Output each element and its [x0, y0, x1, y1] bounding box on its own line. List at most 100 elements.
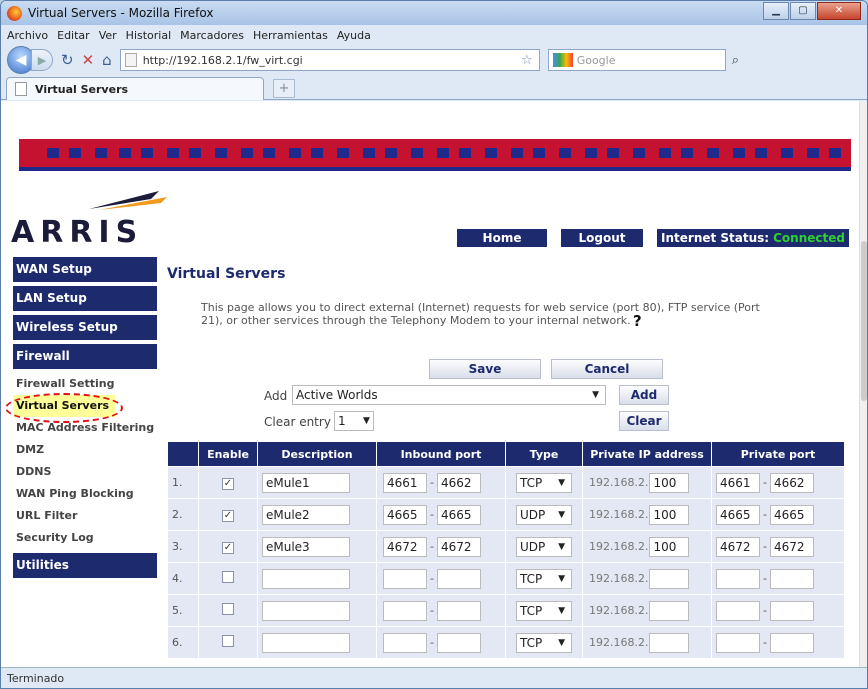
protocol-select[interactable]: TCP ▼	[516, 632, 572, 653]
inbound-port-start-input[interactable]	[383, 632, 427, 653]
google-search-engine-icon[interactable]	[552, 53, 573, 67]
inbound-port-end-input[interactable]: 4672	[437, 536, 481, 557]
banner-block	[659, 148, 671, 158]
range-dash: -	[763, 604, 767, 617]
inbound-port-start-input[interactable]: 4665	[383, 504, 427, 525]
url-bar[interactable]: http://192.168.2.1/fw_virt.cgi ☆	[119, 49, 540, 71]
bookmark-star-icon[interactable]: ☆	[521, 53, 533, 68]
save-button[interactable]: Save	[429, 359, 541, 379]
inbound-port-start-input[interactable]: 4672	[383, 536, 427, 557]
sidebar-wan-setup[interactable]: WAN Setup	[13, 257, 157, 282]
private-ip-input[interactable]: 100	[649, 504, 690, 525]
page-scrollbar[interactable]	[859, 101, 867, 667]
description-input[interactable]	[262, 568, 350, 589]
sidebar-wireless-setup[interactable]: Wireless Setup	[13, 315, 157, 340]
inbound-port-start-input[interactable]	[383, 600, 427, 621]
sidebar-firewall[interactable]: Firewall	[13, 344, 157, 369]
menu-archivo[interactable]: Archivo	[7, 29, 48, 42]
menu-marcadores[interactable]: Marcadores	[180, 29, 244, 42]
inbound-port-end-input[interactable]	[437, 632, 481, 653]
tab-virtual-servers[interactable]: Virtual Servers	[6, 77, 264, 100]
add-button[interactable]: Add	[619, 385, 669, 405]
protocol-select[interactable]: UDP ▼	[516, 536, 572, 557]
logout-link[interactable]: Logout	[561, 229, 643, 247]
inbound-port-start-input[interactable]: 4661	[383, 472, 427, 493]
new-tab-button[interactable]: +	[273, 79, 295, 98]
add-service-select[interactable]: Active Worlds ▼	[292, 385, 606, 405]
forward-button[interactable]: ▶	[31, 49, 53, 71]
scrollbar-thumb[interactable]	[861, 241, 867, 401]
private-port-end-input[interactable]	[770, 600, 814, 621]
private-port-start-input[interactable]	[716, 568, 760, 589]
private-port-end-input[interactable]	[770, 568, 814, 589]
description-input[interactable]: eMule3	[262, 536, 350, 557]
description-input[interactable]: eMule1	[262, 472, 350, 493]
inbound-port-end-input[interactable]: 4665	[437, 504, 481, 525]
private-port-end-input[interactable]: 4665	[770, 504, 814, 525]
maximize-button[interactable]: ▢	[790, 2, 816, 20]
enable-checkbox[interactable]: ✓	[222, 541, 234, 554]
ip-prefix: 192.168.2.	[589, 476, 649, 489]
private-port-start-input[interactable]: 4661	[716, 472, 760, 493]
private-ip-input[interactable]	[649, 632, 690, 653]
inbound-port-end-input[interactable]	[437, 568, 481, 589]
protocol-select[interactable]: TCP ▼	[516, 472, 572, 493]
private-ip-input[interactable]: 100	[649, 536, 690, 557]
menu-ver[interactable]: Ver	[99, 29, 117, 42]
private-ip-cell: 192.168.2. 100	[583, 499, 711, 530]
clear-button[interactable]: Clear	[619, 411, 669, 431]
clear-entry-select[interactable]: 1 ▼	[334, 411, 374, 431]
protocol-select[interactable]: UDP ▼	[516, 504, 572, 525]
reload-icon[interactable]: ↻	[61, 51, 74, 69]
private-ip-input[interactable]	[649, 600, 690, 621]
private-port-start-input[interactable]: 4672	[716, 536, 760, 557]
cancel-button[interactable]: Cancel	[551, 359, 663, 379]
help-icon[interactable]: ?	[633, 312, 642, 330]
search-box[interactable]: Google	[547, 49, 726, 71]
enable-checkbox[interactable]: ✓	[222, 509, 234, 522]
sidebar-item-firewall-setting[interactable]: Firewall Setting	[13, 373, 157, 395]
sidebar-item-url-filter[interactable]: URL Filter	[13, 505, 157, 527]
sidebar-item-dmz[interactable]: DMZ	[13, 439, 157, 461]
menu-historial[interactable]: Historial	[126, 29, 171, 42]
sidebar-lan-setup[interactable]: LAN Setup	[13, 286, 157, 311]
private-ip-input[interactable]: 100	[649, 472, 690, 493]
menu-editar[interactable]: Editar	[57, 29, 90, 42]
sidebar-item-ddns[interactable]: DDNS	[13, 461, 157, 483]
protocol-select[interactable]: TCP ▼	[516, 600, 572, 621]
private-port-end-input[interactable]: 4672	[770, 536, 814, 557]
menu-herramientas[interactable]: Herramientas	[253, 29, 328, 42]
enable-checkbox[interactable]	[222, 603, 234, 615]
private-port-cell: -	[712, 595, 844, 626]
inbound-port-end-input[interactable]	[437, 600, 481, 621]
stop-icon[interactable]: ✕	[82, 51, 95, 69]
sidebar-item-security-log[interactable]: Security Log	[13, 527, 157, 549]
home-link[interactable]: Home	[457, 229, 547, 247]
private-port-start-input[interactable]	[716, 600, 760, 621]
description-input[interactable]: eMule2	[262, 504, 350, 525]
banner-block	[781, 148, 793, 158]
private-port-start-input[interactable]	[716, 632, 760, 653]
sidebar-item-wan-ping-blocking[interactable]: WAN Ping Blocking	[13, 483, 157, 505]
inbound-port-start-input[interactable]	[383, 568, 427, 589]
description-input[interactable]	[262, 600, 350, 621]
menu-ayuda[interactable]: Ayuda	[337, 29, 371, 42]
enable-checkbox[interactable]	[222, 635, 234, 647]
private-ip-input[interactable]	[649, 568, 690, 589]
sidebar-utilities[interactable]: Utilities	[13, 553, 157, 578]
search-icon[interactable]: ⌕	[732, 53, 739, 68]
protocol-select[interactable]: TCP ▼	[516, 568, 572, 589]
close-button[interactable]: ✕	[817, 2, 861, 20]
enable-checkbox[interactable]	[222, 571, 234, 583]
banner-block	[485, 148, 497, 158]
private-port-end-input[interactable]: 4662	[770, 472, 814, 493]
home-icon[interactable]: ⌂	[102, 51, 112, 69]
private-port-end-input[interactable]	[770, 632, 814, 653]
description-input[interactable]	[262, 632, 350, 653]
inbound-port-end-input[interactable]: 4662	[437, 472, 481, 493]
private-port-start-input[interactable]: 4665	[716, 504, 760, 525]
banner-block	[189, 148, 201, 158]
minimize-button[interactable]: ▁	[763, 2, 789, 20]
enable-checkbox[interactable]: ✓	[222, 477, 234, 490]
sidebar-item-virtual-servers[interactable]: Virtual Servers	[5, 393, 123, 423]
